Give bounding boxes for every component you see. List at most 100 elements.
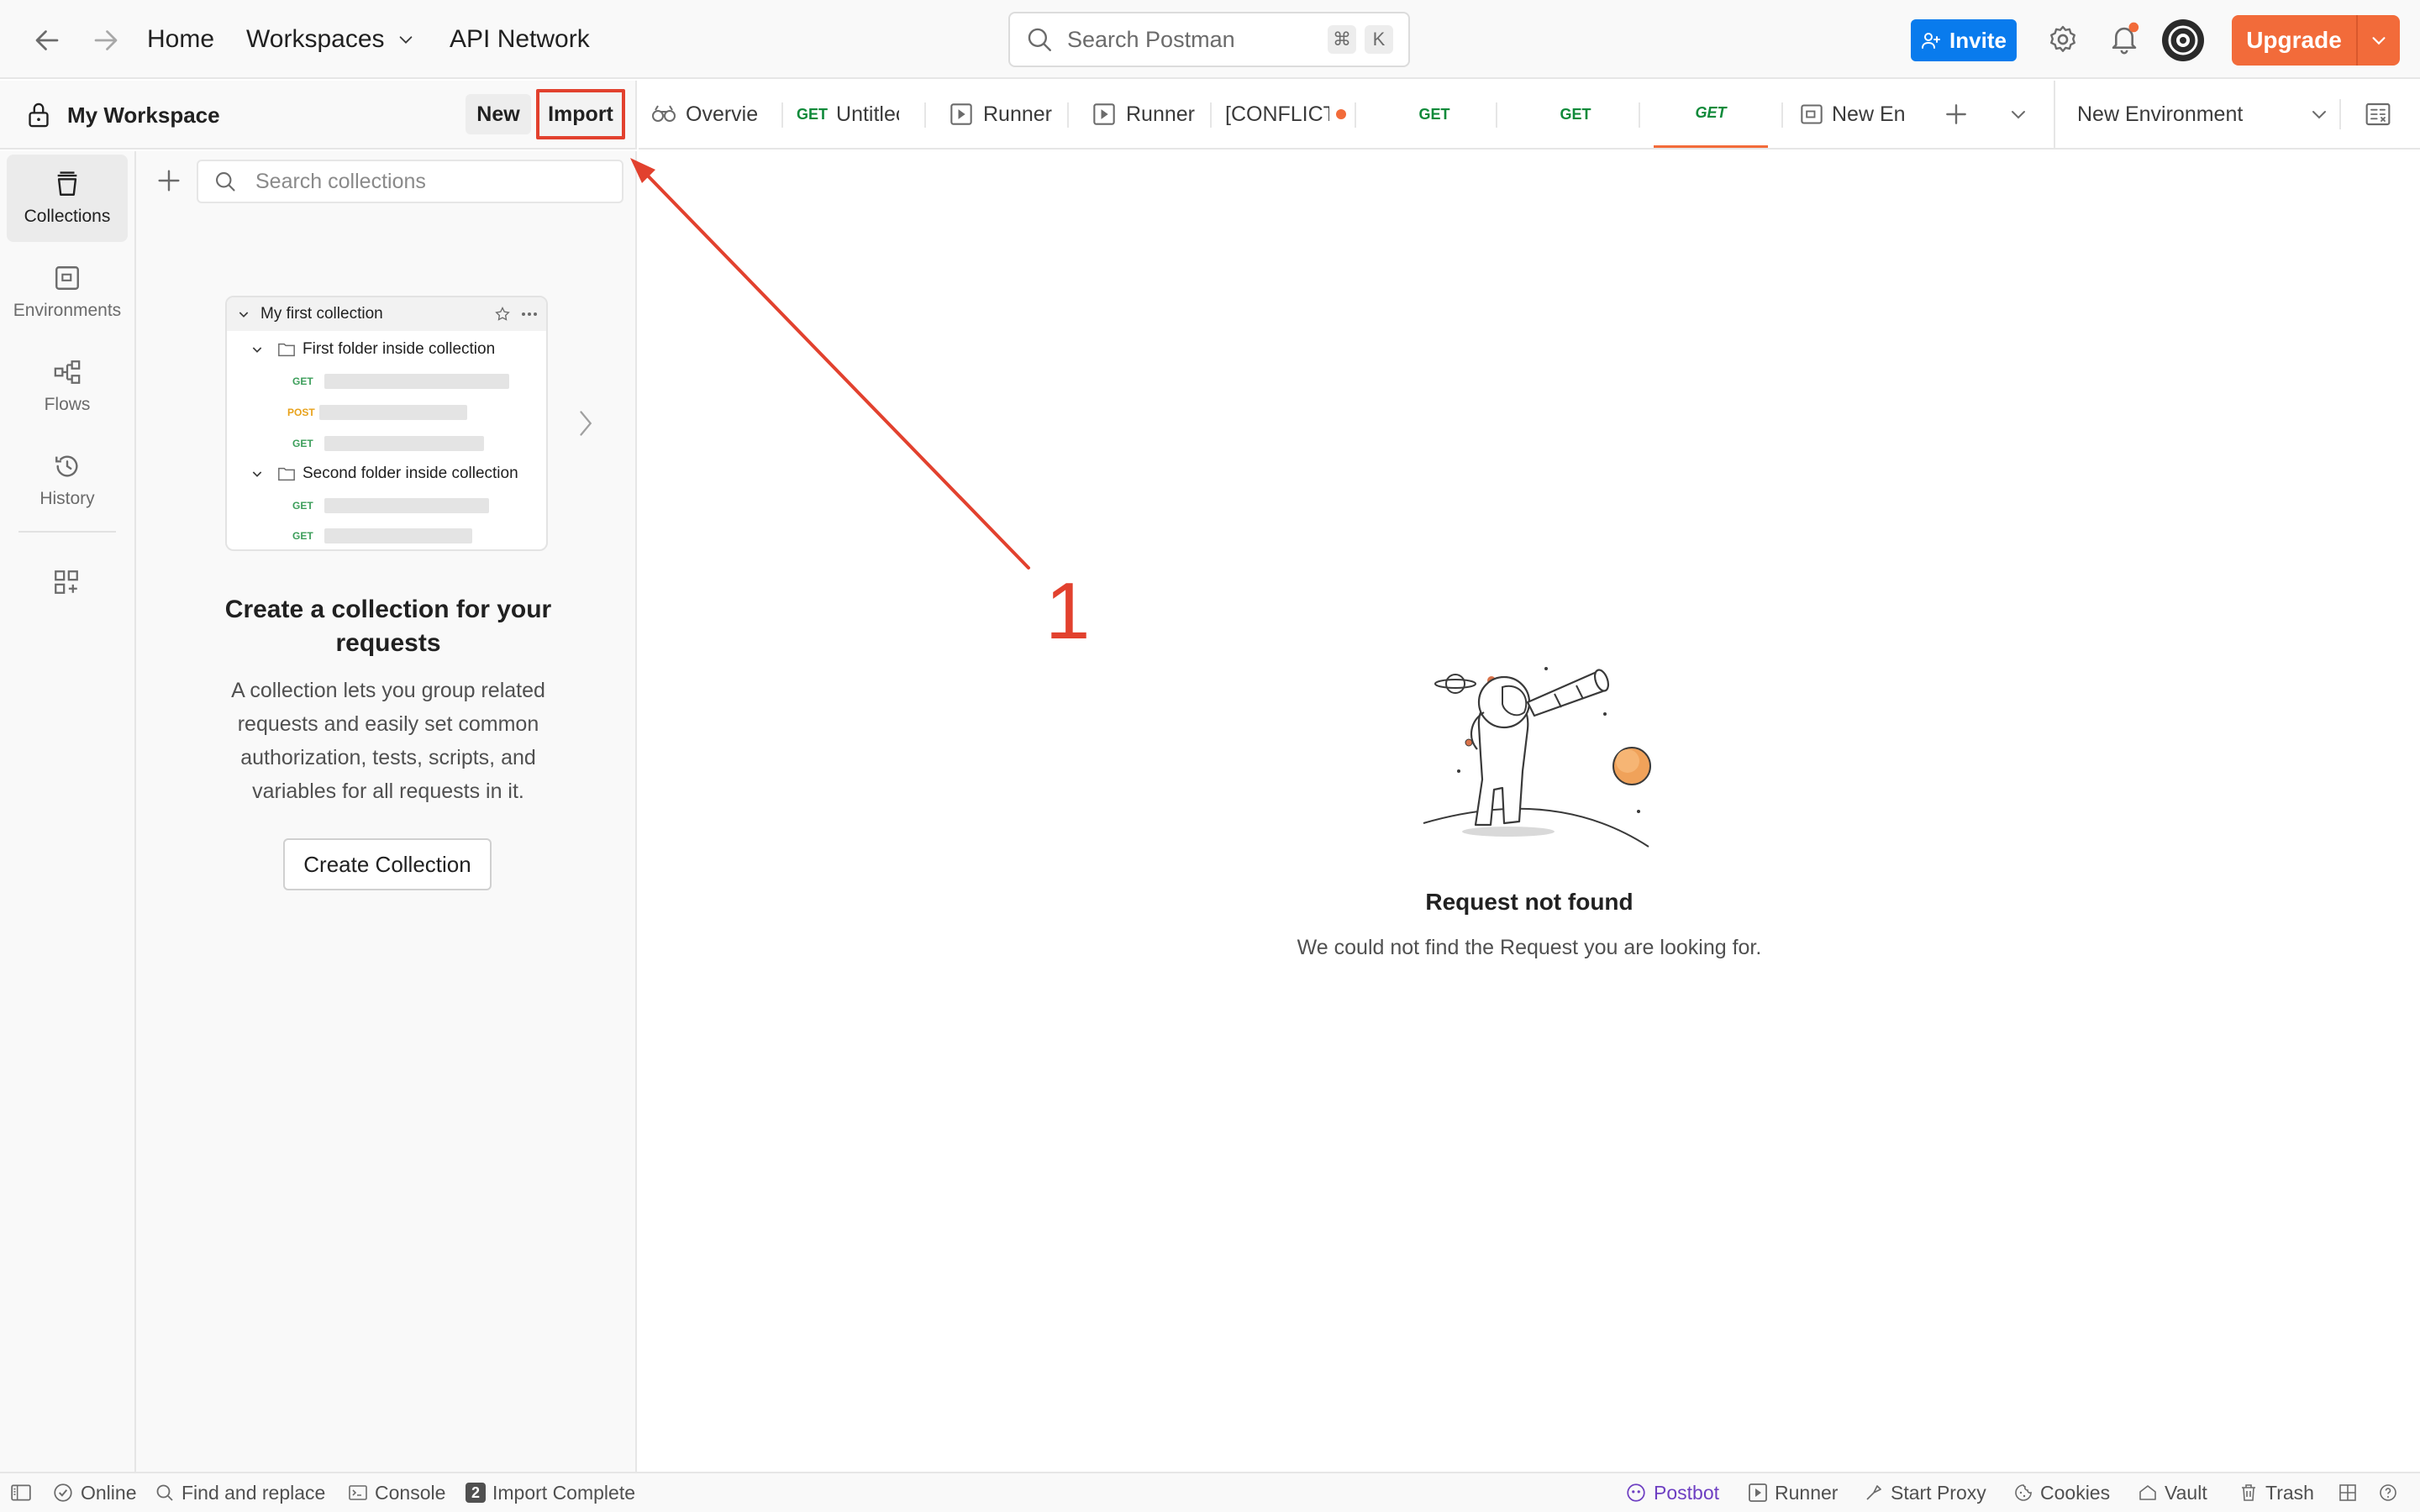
sidebar-item-flows[interactable]: Flows — [7, 343, 128, 430]
runner-icon — [950, 102, 973, 126]
find-and-replace-button[interactable]: Find and replace — [155, 1473, 325, 1512]
request-not-found-message: We could not find the Request you are lo… — [1297, 936, 1762, 959]
collections-icon — [53, 170, 82, 198]
preview-collection-name: My first collection — [260, 305, 383, 323]
create-collection-button[interactable]: Create Collection — [283, 838, 492, 890]
sidebar-item-environments[interactable]: Environments — [7, 249, 128, 336]
preview-folder-name: First folder inside collection — [302, 340, 496, 358]
global-search-input[interactable]: Search Postman ⌘ K — [1008, 12, 1410, 67]
collections-panel: Search collections My first collection F… — [136, 151, 637, 1472]
forward-arrow-icon[interactable] — [91, 25, 121, 55]
avatar[interactable] — [2161, 18, 2205, 62]
add-collection-plus-icon[interactable] — [155, 166, 183, 195]
tab-get-request-2[interactable]: GET — [1512, 81, 1639, 148]
tab-label: Overvie — [686, 102, 759, 126]
layout-grid-icon — [2338, 1483, 2358, 1503]
cookies-button[interactable]: Cookies — [2013, 1473, 2110, 1512]
placeholder-bar — [319, 405, 467, 420]
sidebar-item-history[interactable]: History — [7, 437, 128, 524]
environment-quick-look-icon[interactable] — [2365, 101, 2391, 128]
chevron-down-icon — [237, 307, 250, 321]
start-proxy-label: Start Proxy — [1891, 1481, 1986, 1504]
collection-preview-illustration: My first collection First folder inside … — [225, 296, 548, 551]
runner-button[interactable]: Runner — [1748, 1473, 1838, 1512]
tab-untitled-request[interactable]: GET Untitlec — [797, 81, 899, 148]
vault-button[interactable]: Vault — [2138, 1473, 2207, 1512]
chevron-down-icon — [2309, 104, 2329, 124]
upgrade-label: Upgrade — [2246, 27, 2342, 53]
folder-icon — [277, 465, 296, 482]
tab-divider — [1496, 102, 1497, 128]
postbot-icon — [1625, 1482, 1647, 1504]
tab-overview[interactable]: Overvie — [650, 81, 768, 148]
postbot-button[interactable]: Postbot — [1625, 1473, 1719, 1512]
method-get-label: GET — [1560, 105, 1591, 123]
nav-api-network[interactable]: API Network — [450, 25, 590, 54]
search-icon — [155, 1483, 175, 1503]
trash-button[interactable]: Trash — [2238, 1473, 2314, 1512]
cookie-icon — [2013, 1483, 2033, 1503]
tab-runner-2[interactable]: Runner — [1092, 81, 1202, 148]
console-label: Console — [375, 1481, 446, 1504]
help-button[interactable] — [2378, 1473, 2398, 1512]
workspace-name[interactable]: My Workspace — [67, 102, 220, 129]
upgrade-chevron-down-icon[interactable] — [2370, 31, 2388, 50]
preview-folder-row: First folder inside collection — [227, 333, 546, 366]
tab-label: Runner — [983, 102, 1052, 126]
start-proxy-button[interactable]: Start Proxy — [1864, 1473, 1986, 1512]
nav-home[interactable]: Home — [147, 25, 214, 54]
preview-folder-name: Second folder inside collection — [302, 465, 518, 482]
tab-label: Untitlec — [836, 102, 899, 126]
method-label: POST — [287, 407, 315, 418]
find-replace-label: Find and replace — [182, 1481, 326, 1504]
top-header: Home Workspaces API Network Search Postm… — [0, 0, 2420, 79]
online-status[interactable]: Online — [52, 1473, 136, 1512]
sidebar-item-collections[interactable]: Collections — [7, 155, 128, 242]
import-count-badge: 2 — [466, 1483, 486, 1503]
tab-label: [CONFLICT — [1225, 102, 1329, 126]
environment-icon — [1800, 102, 1823, 126]
help-icon — [2378, 1483, 2398, 1503]
toggle-sidebar-button[interactable] — [10, 1473, 32, 1512]
tabs-overflow-chevron-down-icon[interactable] — [2008, 104, 2028, 124]
notification-bell-icon[interactable] — [2107, 22, 2141, 57]
preview-collection-row: My first collection — [227, 297, 546, 331]
settings-gear-icon[interactable] — [2047, 24, 2079, 55]
trash-label: Trash — [2265, 1481, 2314, 1504]
new-button[interactable]: New — [466, 94, 531, 134]
astronaut-telescope-illustration — [1412, 654, 1664, 855]
tab-label: New En — [1832, 102, 1906, 126]
empty-state-description: A collection lets you group related requ… — [231, 679, 545, 803]
nav-workspaces[interactable]: Workspaces — [246, 25, 415, 54]
environment-selector[interactable]: New Environment — [2077, 96, 2329, 133]
two-pane-layout-button[interactable] — [2338, 1473, 2358, 1512]
environments-icon — [53, 264, 82, 292]
rail-divider — [18, 531, 116, 533]
import-button[interactable]: Import — [536, 89, 625, 139]
upgrade-button[interactable]: Upgrade — [2232, 15, 2400, 66]
search-collections-input[interactable]: Search collections — [197, 160, 623, 203]
annotation-arrow — [622, 151, 1042, 588]
console-button[interactable]: Console — [348, 1473, 445, 1512]
tab-new-environment[interactable]: New En — [1800, 81, 1909, 148]
back-arrow-icon[interactable] — [32, 25, 62, 55]
invite-button[interactable]: Invite — [1911, 19, 2017, 61]
import-complete-status[interactable]: 2 Import Complete — [466, 1473, 635, 1512]
new-tab-plus-icon[interactable] — [1943, 101, 1970, 128]
carousel-next-chevron-right-icon[interactable] — [573, 408, 597, 438]
configure-workbench-icon[interactable] — [52, 568, 81, 596]
postbot-label: Postbot — [1654, 1481, 1719, 1504]
tab-get-request-active[interactable]: GET — [1654, 81, 1768, 148]
upgrade-divider — [2356, 15, 2358, 66]
star-icon — [494, 306, 511, 323]
environment-selected-label: New Environment — [2077, 102, 2244, 126]
preview-request-row: GET — [227, 489, 546, 522]
tab-conflict[interactable]: [CONFLICT — [1225, 81, 1351, 148]
placeholder-bar — [324, 528, 472, 543]
search-placeholder: Search Postman — [1067, 26, 1235, 52]
tab-get-request-1[interactable]: GET — [1371, 81, 1497, 148]
tab-runner-1[interactable]: Runner — [950, 81, 1059, 148]
runner-icon — [1748, 1483, 1768, 1503]
placeholder-bar — [324, 374, 509, 389]
overview-icon — [650, 103, 677, 125]
